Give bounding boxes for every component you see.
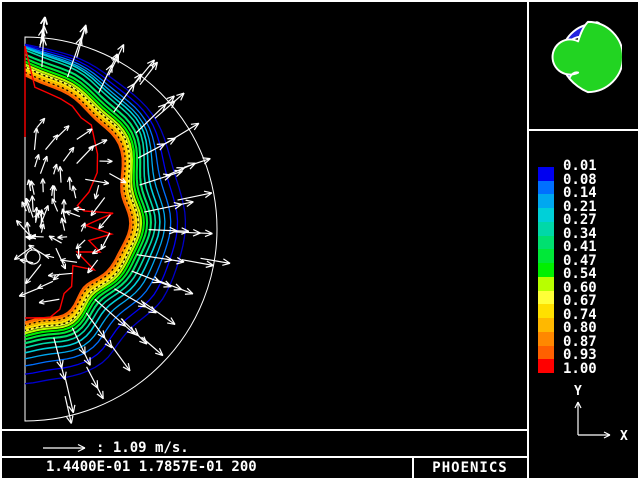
legend-color-block xyxy=(538,346,554,360)
x-axis-label: X xyxy=(620,429,628,444)
legend-color-block xyxy=(538,181,554,195)
plot-bottom-divider xyxy=(2,429,527,431)
legend-color-block xyxy=(538,277,554,291)
legend-color-block xyxy=(538,304,554,318)
legend-color-block xyxy=(538,194,554,208)
legend-color-block xyxy=(538,291,554,305)
status-values: 1.4400E-01 1.7857E-01 200 xyxy=(46,459,257,475)
legend-values: 0.010.080.140.210.270.340.410.470.540.60… xyxy=(563,160,627,376)
legend-color-block xyxy=(538,359,554,373)
logo-box-divider xyxy=(529,129,638,131)
axis-indicator: Y X xyxy=(548,383,634,445)
legend-color-block xyxy=(538,222,554,236)
phoenics-brand-label: PHOENICS xyxy=(432,460,507,476)
right-panel-divider xyxy=(527,2,529,478)
y-axis-label: Y xyxy=(574,384,582,399)
y-axis-arrow-icon xyxy=(575,402,581,435)
vector-scale-arrow-icon xyxy=(42,441,90,455)
legend-color-block xyxy=(538,167,554,181)
legend-color-block xyxy=(538,236,554,250)
legend-value: 1.00 xyxy=(563,363,627,377)
phoenics-photon-window: : 1.09 m/s. 1.4400E-01 1.7857E-01 200 PH… xyxy=(0,0,640,480)
legend-color-block xyxy=(538,318,554,332)
x-axis-arrow-icon xyxy=(578,432,610,438)
legend-color-block xyxy=(538,208,554,222)
legend-colorbar xyxy=(538,167,554,373)
cham-logo xyxy=(544,17,622,97)
vector-scale-label: : 1.09 m/s. xyxy=(96,440,189,456)
legend-color-block xyxy=(538,332,554,346)
phoenics-brand-box: PHOENICS xyxy=(414,458,526,477)
legend-color-block xyxy=(538,249,554,263)
vector-scale-bar: : 1.09 m/s. xyxy=(42,438,189,458)
legend-color-block xyxy=(538,263,554,277)
